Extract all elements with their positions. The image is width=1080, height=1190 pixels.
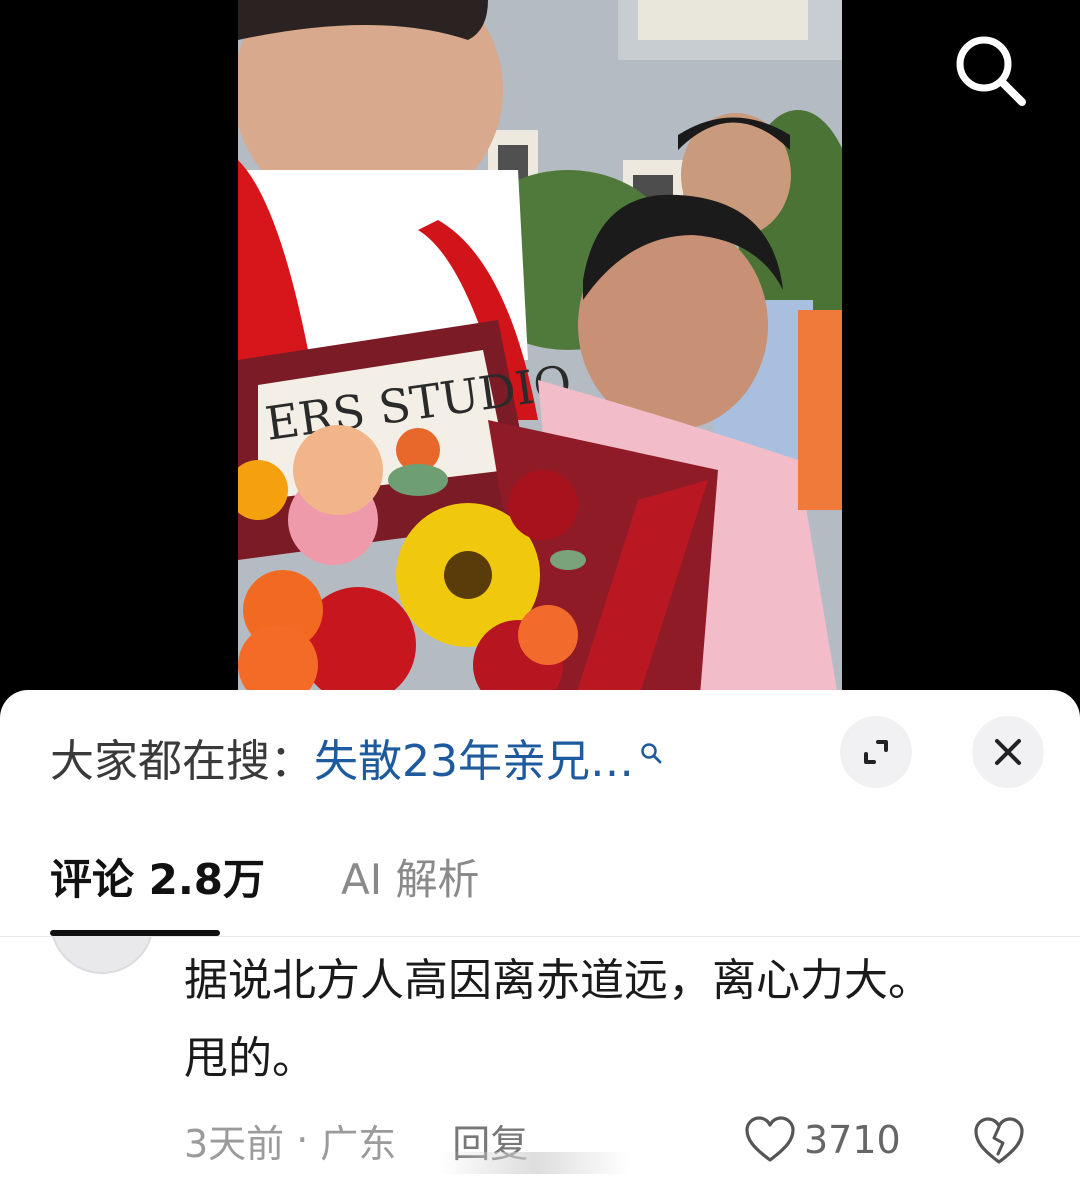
- tab-bar: 评论 2.8万 AI 解析: [50, 840, 480, 920]
- tab-ai-analysis[interactable]: AI 解析: [341, 840, 479, 920]
- divider: [0, 936, 1080, 937]
- close-button[interactable]: [972, 716, 1044, 788]
- heart-icon: [745, 1116, 795, 1162]
- dislike-button[interactable]: [972, 1114, 1026, 1168]
- comment-time: 3天前: [184, 1121, 285, 1166]
- video-still: ERS STUDIO: [238, 0, 842, 720]
- app-screen: ERS STUDIO 大家都在搜： 失散23年亲兄… 评论 2.8万 AI 解析…: [0, 0, 1080, 1190]
- watermark: [440, 1152, 630, 1174]
- video-player[interactable]: ERS STUDIO: [0, 0, 1080, 720]
- video-frame[interactable]: ERS STUDIO: [238, 0, 842, 720]
- comment-location: 广东: [320, 1121, 397, 1166]
- like-button[interactable]: 3710: [744, 1108, 901, 1172]
- expand-button[interactable]: [840, 716, 912, 788]
- comment-sheet: 大家都在搜： 失散23年亲兄… 评论 2.8万 AI 解析 据说北方人高因离赤道…: [0, 690, 1080, 1190]
- hot-search-prefix: 大家都在搜：: [50, 736, 314, 787]
- tab-comments[interactable]: 评论 2.8万: [50, 840, 265, 920]
- like-count: 3710: [804, 1118, 901, 1162]
- expand-icon: [864, 740, 888, 764]
- meta-separator: ·: [296, 1118, 309, 1162]
- hot-search-query-link[interactable]: 失散23年亲兄…: [314, 725, 634, 789]
- search-icon[interactable]: [640, 724, 662, 775]
- comment-text: 据说北方人高因离赤道远，离心力大。甩的。: [184, 955, 932, 1084]
- search-icon[interactable]: [948, 28, 1032, 112]
- close-icon: [995, 739, 1021, 765]
- hot-search-bar[interactable]: 大家都在搜： 失散23年亲兄…: [50, 722, 662, 792]
- broken-heart-icon: [974, 1117, 1024, 1164]
